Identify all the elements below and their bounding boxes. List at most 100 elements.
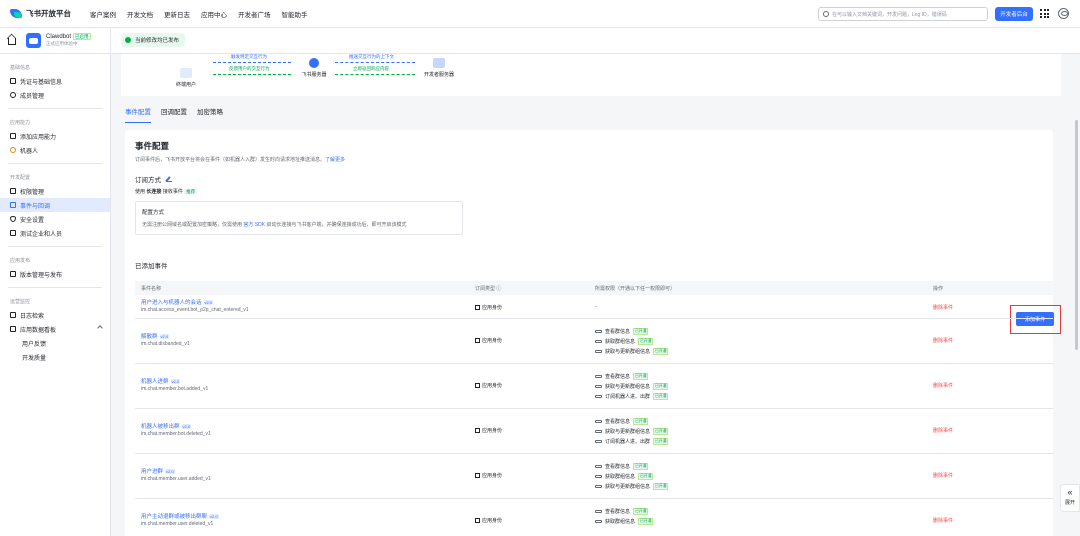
event-config-panel: 事件配置 订阅事件后，飞书开放平台将会在事件（如机器人入群）发生时向请求地址推送… (125, 130, 1061, 536)
subscription-type: 应用身份 (475, 472, 502, 479)
event-name-link[interactable]: 用户进入与机器人的会话 v2.0 (141, 298, 214, 306)
double-chevron-left-icon: « (1067, 487, 1073, 497)
delete-event-button[interactable]: 删除事件 (933, 337, 953, 344)
permissions-list: 查看群信息 已开通 获取与更新群组信息 已开通 订阅机器人进、出群 已开通 (595, 416, 669, 446)
permissions-list: 查看群信息 已开通 获取群组信息 已开通 (595, 506, 654, 526)
event-name-link[interactable]: 机器人进群 v2.0 (141, 377, 181, 385)
key-icon (595, 374, 602, 378)
delete-event-button[interactable]: 删除事件 (933, 472, 953, 479)
nav-item-app-center[interactable]: 应用中心 (201, 9, 227, 19)
col-required-permissions: 所需权限（开通以下任一权限即可） (595, 285, 676, 292)
event-name-link[interactable]: 解散群 v2.0 (141, 332, 170, 340)
logo[interactable]: 飞书开放平台 (10, 8, 90, 19)
bot-icon (10, 147, 16, 153)
event-name-link[interactable]: 用户进群 v2.0 (141, 467, 175, 475)
sidebar-item-dev-quality[interactable]: 开发质量 (0, 350, 110, 364)
key-icon (595, 429, 602, 433)
expand-panel-button[interactable]: « 展开 (1060, 484, 1080, 512)
app-identity-icon (475, 305, 480, 310)
home-icon[interactable] (8, 38, 16, 45)
sidebar-item-user-feedback[interactable]: 用户反馈 (0, 336, 110, 350)
config-method-box: 配置方式 无需注册公网域名或配置加密策略，仅需使用 官方 SDK 启动长连接与飞… (135, 201, 463, 235)
divider (8, 108, 102, 109)
subscription-mode-value: 使用 长连接 接收事件 推荐 (135, 189, 198, 195)
event-key: im.chat.member.bot.deleted_v1 (141, 431, 211, 437)
user-avatar-icon[interactable] (1058, 8, 1069, 19)
event-key: im.chat.member.user.added_v1 (141, 476, 211, 482)
sidebar-item-versions[interactable]: 版本管理与发布 (0, 267, 110, 281)
table-row: 机器人被移出群 v2.0 im.chat.member.bot.deleted_v… (135, 409, 1053, 454)
search-input[interactable]: 在可以输入文档关键词，开发问题，Log ID，错误码 (818, 7, 988, 21)
key-icon (595, 349, 602, 353)
nav-item-changelog[interactable]: 更新日志 (164, 9, 190, 19)
event-config-description: 订阅事件后，飞书开放平台将会在事件（如机器人入群）发生时向请求地址推送消息。了解… (135, 157, 346, 163)
table-row: 解散群 v2.0 im.chat.disbanded_v1 应用身份 查看群信息已… (135, 319, 1053, 364)
event-key: im.chat.member.user.deleted_v1 (141, 521, 214, 527)
edit-icon[interactable] (166, 176, 172, 182)
feishu-server-icon (309, 58, 319, 68)
app-subtitle: 正式应用体验中 (46, 41, 78, 46)
added-events-title: 已添加事件 (135, 263, 168, 270)
tab-encryption[interactable]: 加密策略 (197, 106, 223, 123)
delete-event-button[interactable]: 删除事件 (933, 517, 953, 524)
sidebar-item-credentials[interactable]: 凭证与基础信息 (0, 74, 110, 88)
sidebar-item-test-enterprise[interactable]: 测试企业和人员 (0, 226, 110, 240)
official-sdk-link[interactable]: 官方 SDK (243, 222, 265, 228)
event-name-link[interactable]: 用户主动退群或被移出群聊 v2.0 (141, 512, 219, 520)
permissions-list: 查看群信息 已开通 获取群组信息 已开通 获取与更新群组信息 已开通 (595, 326, 669, 356)
key-icon (595, 439, 602, 443)
table-row: 机器人进群 v2.0 im.chat.member.bot.added_v1 应用… (135, 364, 1053, 409)
flow-label-respond: 立即返回响应内容 (353, 66, 389, 71)
chevron-up-icon[interactable] (97, 325, 103, 331)
flow-arrow-1 (213, 62, 291, 63)
key-icon (595, 329, 602, 333)
event-name-link[interactable]: 机器人被移出群 v2.0 (141, 422, 192, 430)
app-name: Clawdbot 已启用 (46, 33, 91, 40)
key-icon (595, 384, 602, 388)
col-actions: 操作 (933, 285, 944, 292)
subscription-type: 应用身份 (475, 517, 502, 524)
tab-event-config[interactable]: 事件配置 (125, 106, 151, 123)
logo-text: 飞书开放平台 (26, 9, 71, 18)
recommended-tag: 推荐 (184, 189, 198, 194)
event-key: im.chat.access_event.bot_p2p_chat_entere… (141, 307, 249, 313)
sidebar-item-events-callbacks[interactable]: 事件与回调 (0, 198, 110, 212)
flow-node-dev-server: 开发者服务器 (411, 58, 467, 78)
delete-event-button[interactable]: 删除事件 (933, 382, 953, 389)
permissions-list: 查看群信息 已开通 获取群组信息 已开通 获取与更新群组信息 已开通 (595, 461, 669, 491)
test-icon (10, 230, 16, 236)
tab-callback-config[interactable]: 回调配置 (161, 106, 187, 123)
table-row: 用户主动退群或被移出群聊 v2.0 im.chat.member.user.del… (135, 499, 1053, 536)
sidebar-item-permissions[interactable]: 权限管理 (0, 184, 110, 198)
nav-item-assistant[interactable]: 智能助手 (282, 9, 308, 19)
nav-item-docs[interactable]: 开发文档 (127, 9, 153, 19)
top-navigation-bar: 飞书开放平台 客户案例 开发文档 更新日志 应用中心 开发者广场 智能助手 在可… (0, 0, 1080, 28)
sidebar-item-security[interactable]: 安全设置 (0, 212, 110, 226)
learn-more-link[interactable]: 了解更多 (325, 157, 345, 163)
feishu-logo-icon (10, 9, 22, 18)
subscription-type: 应用身份 (475, 427, 502, 434)
developer-console-button[interactable]: 开发者后台 (995, 7, 1033, 21)
sidebar-item-data-dashboard[interactable]: 应用数据看板 (0, 322, 110, 336)
table-row: 用户进群 v2.0 im.chat.member.user.added_v1 应用… (135, 454, 1053, 499)
sidebar-item-members[interactable]: 成员管理 (0, 88, 110, 102)
delete-event-button[interactable]: 删除事件 (933, 427, 953, 434)
sidebar-item-add-capability[interactable]: 添加应用能力 (0, 129, 110, 143)
sidebar-item-log-search[interactable]: 日志检索 (0, 308, 110, 322)
flow-node-feishu-server: 飞书服务器 (289, 58, 339, 78)
delete-event-button[interactable]: 删除事件 (933, 304, 953, 311)
app-status-tag: 已启用 (73, 33, 91, 40)
event-flow-diagram: 终端用户 飞书服务器 开发者服务器 触发特定交互行为 反馈用户的交互行为 推送交… (121, 54, 1061, 96)
config-tabs: 事件配置 回调配置 加密策略 (125, 106, 233, 123)
scrollbar-thumb[interactable] (1075, 120, 1078, 350)
col-subscription-type: 订阅类型 ⓘ (475, 285, 502, 292)
app-identity-icon (475, 428, 480, 433)
chart-icon (10, 326, 16, 332)
sidebar-section-monitoring: 运营监控 (10, 299, 31, 305)
apps-grid-icon[interactable] (1040, 9, 1049, 18)
nav-item-cases[interactable]: 客户案例 (90, 9, 116, 19)
nav-item-developer-plaza[interactable]: 开发者广场 (238, 9, 271, 19)
subscription-mode-title: 订阅方式 (135, 174, 172, 184)
sidebar-item-bot[interactable]: 机器人 (0, 143, 110, 157)
flow-label-feedback: 反馈用户的交互行为 (229, 66, 270, 71)
